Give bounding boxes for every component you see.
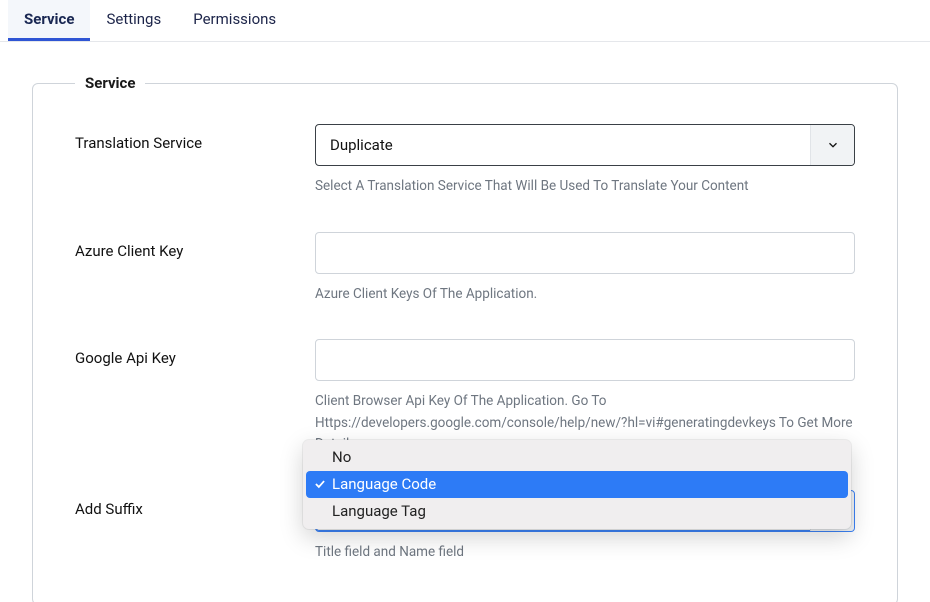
add-suffix-option-language-code-label: Language Code	[332, 475, 436, 493]
translation-service-select[interactable]: Duplicate	[315, 124, 855, 166]
tab-settings[interactable]: Settings	[90, 0, 177, 41]
add-suffix-option-language-tag[interactable]: Language Tag	[306, 498, 848, 525]
label-add-suffix: Add Suffix	[75, 490, 315, 518]
azure-client-key-help: Azure Client Keys Of The Application.	[315, 284, 855, 306]
check-icon	[313, 477, 327, 491]
tab-bar: Service Settings Permissions	[0, 0, 930, 42]
add-suffix-option-language-code[interactable]: Language Code	[306, 471, 848, 498]
translation-service-toggle[interactable]	[810, 125, 854, 165]
translation-service-value: Duplicate	[316, 136, 407, 154]
add-suffix-dropdown: No Language Code Language Tag	[303, 440, 851, 529]
tab-service[interactable]: Service	[8, 0, 90, 41]
service-panel: Service Translation Service Duplicate Se…	[32, 74, 898, 602]
label-translation-service: Translation Service	[75, 124, 315, 152]
chevron-down-icon	[826, 138, 840, 152]
label-google-api-key: Google Api Key	[75, 339, 315, 367]
tab-permissions[interactable]: Permissions	[177, 0, 292, 41]
add-suffix-help: Title field and Name field	[315, 542, 855, 564]
translation-service-help: Select A Translation Service That Will B…	[315, 176, 855, 198]
panel-legend: Service	[75, 74, 145, 92]
add-suffix-option-no-label: No	[332, 448, 351, 466]
label-azure-client-key: Azure Client Key	[75, 232, 315, 260]
add-suffix-option-no[interactable]: No	[306, 444, 848, 471]
azure-client-key-input[interactable]	[315, 232, 855, 274]
google-api-key-input[interactable]	[315, 339, 855, 381]
add-suffix-option-language-tag-label: Language Tag	[332, 502, 426, 520]
